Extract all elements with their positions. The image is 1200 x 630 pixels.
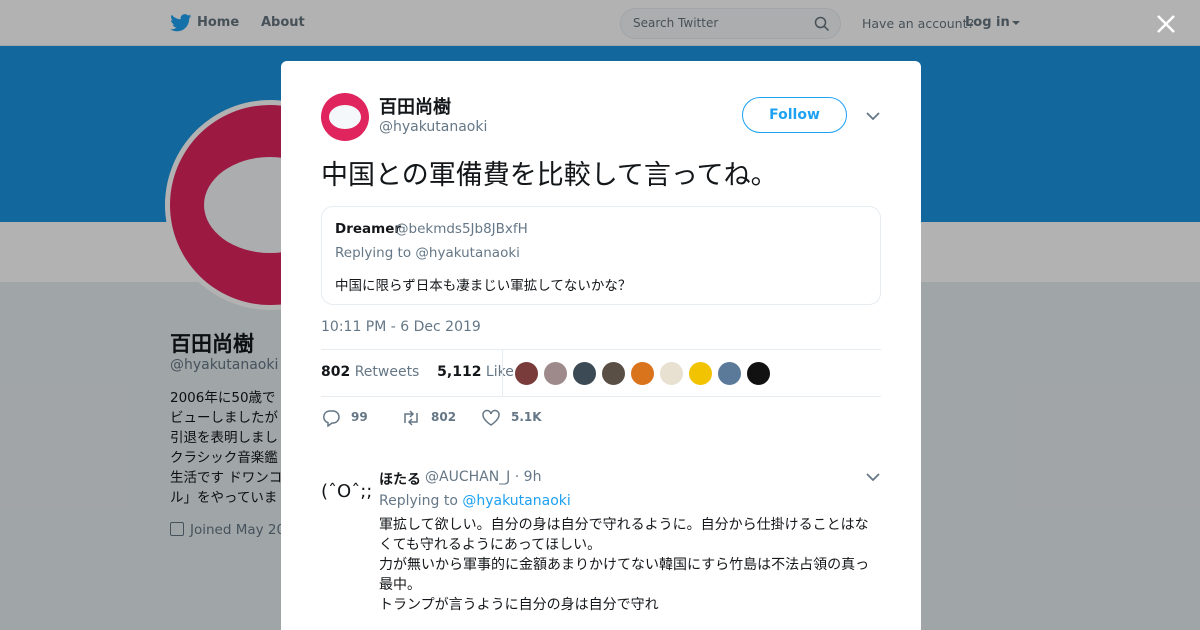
quote-text: 中国に限らず日本も凄まじい軍拡してないかな？ — [335, 278, 632, 294]
replying-prefix: Replying to — [379, 493, 458, 509]
likes-count: 5,112 — [437, 364, 482, 380]
reply-author-name[interactable]: ほたる — [379, 469, 421, 489]
tweet-modal: 百田尚樹 @hyakutanaoki Follow 中国との軍備費を比較して言っ… — [281, 61, 921, 630]
quote-author-handle: @bekmds5Jb8JBxfH — [395, 221, 528, 237]
likes-stat[interactable]: 5,112 Likes — [437, 364, 521, 380]
reply-author-handle[interactable]: @AUCHAN_J · 9h — [425, 469, 541, 485]
liker-avatar[interactable] — [630, 361, 655, 386]
quoted-tweet[interactable]: Dreamer @bekmds5Jb8JBxfH Replying to @hy… — [321, 206, 881, 305]
liker-avatar[interactable] — [659, 361, 684, 386]
retweets-stat[interactable]: 802 Retweets — [321, 364, 419, 380]
retweet-count: 802 — [431, 410, 457, 424]
retweets-label: Retweets — [354, 364, 420, 380]
close-icon[interactable] — [1155, 13, 1177, 35]
divider — [321, 349, 881, 350]
reply-replying-to: Replying to @hyakutanaoki — [379, 493, 571, 509]
liker-avatar[interactable] — [746, 361, 771, 386]
replying-handle-link[interactable]: @hyakutanaoki — [462, 493, 570, 509]
liker-avatar[interactable] — [688, 361, 713, 386]
tweet-stats: 802 Retweets 5,112 Likes — [321, 364, 521, 380]
author-handle[interactable]: @hyakutanaoki — [379, 119, 487, 135]
reply-text: 軍拡して欲しい。自分の身は自分で守れるように。自分から仕掛けることはな くても守… — [379, 517, 870, 613]
like-count: 5.1K — [511, 410, 542, 424]
liker-avatar[interactable] — [717, 361, 742, 386]
tweet-timestamp[interactable]: 10:11 PM - 6 Dec 2019 — [321, 319, 481, 335]
liker-avatar[interactable] — [601, 361, 626, 386]
liker-avatar[interactable] — [543, 361, 568, 386]
liker-avatar[interactable] — [572, 361, 597, 386]
chevron-down-icon[interactable] — [866, 112, 880, 120]
reply-count: 99 — [351, 410, 368, 424]
retweets-count: 802 — [321, 364, 351, 380]
chevron-down-icon[interactable] — [866, 473, 880, 481]
tweet-text: 中国との軍備費を比較して言ってね。 — [321, 160, 778, 191]
reply-avatar[interactable]: (ˆOˆ;; — [321, 481, 372, 502]
heart-icon[interactable] — [481, 409, 501, 427]
reply-icon[interactable] — [321, 409, 341, 427]
retweet-icon[interactable] — [401, 409, 421, 427]
stats-separator — [502, 350, 503, 396]
divider — [321, 396, 881, 397]
author-avatar[interactable] — [321, 93, 369, 141]
quote-replying-to: Replying to @hyakutanaoki — [335, 245, 520, 261]
follow-button[interactable]: Follow — [742, 97, 847, 133]
author-name[interactable]: 百田尚樹 — [379, 93, 451, 119]
liker-avatar[interactable] — [514, 361, 539, 386]
quote-author-name: Dreamer — [335, 221, 402, 237]
author-avatar-shape — [329, 105, 361, 129]
